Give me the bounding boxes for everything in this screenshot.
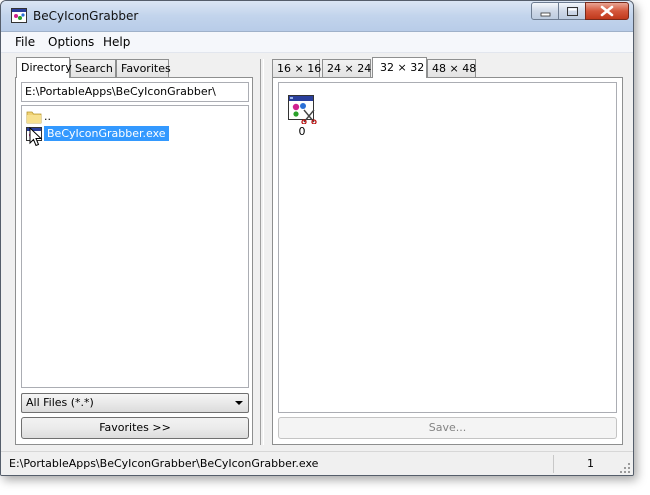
file-name: .. [44,110,51,123]
status-icon-count: 1 [587,457,594,470]
maximize-icon [567,7,578,16]
close-icon [600,5,614,17]
favorites-button[interactable]: Favorites >> [21,417,249,439]
icon-tile[interactable]: 0 [286,92,318,138]
minimize-icon [540,12,551,17]
window-title: BeCyIconGrabber [33,9,139,23]
icon-view[interactable]: 0 [278,82,617,413]
tab-32x32[interactable]: 32 × 32 [372,57,427,78]
directory-panel: E:\PortableApps\BeCyIconGrabber\ .. BeCy… [15,77,253,445]
file-name: BeCyIconGrabber.exe [44,126,169,141]
extracted-app-icon [288,95,317,125]
save-button[interactable]: Save... [278,417,617,439]
menu-options[interactable]: Options [46,34,96,50]
directory-path-input[interactable]: E:\PortableApps\BeCyIconGrabber\ [21,82,249,102]
file-list[interactable]: .. BeCyIconGrabber.exe [21,105,249,388]
status-path: E:\PortableApps\BeCyIconGrabber\BeCyIcon… [9,457,319,470]
file-filter-select[interactable]: All Files (*.*) [21,393,249,413]
title-bar[interactable]: BeCyIconGrabber [1,1,633,32]
status-bar: E:\PortableApps\BeCyIconGrabber\BeCyIcon… [1,451,633,475]
panel-splitter[interactable] [260,59,264,445]
menu-help[interactable]: Help [101,34,132,50]
chevron-down-icon [235,401,243,405]
tab-favorites[interactable]: Favorites [116,59,171,77]
tab-24x24[interactable]: 24 × 24 [322,59,371,77]
minimize-button[interactable] [531,2,559,20]
menu-bar: File Options Help [1,32,633,53]
icon-panel: 0 Save... [272,77,623,445]
folder-icon [26,111,42,124]
tab-16x16[interactable]: 16 × 16 [272,59,321,77]
tab-48x48[interactable]: 48 × 48 [427,59,476,77]
app-window: BeCyIconGrabber File Options Help Direct… [0,0,634,476]
maximize-button[interactable] [558,2,586,20]
icon-index-label: 0 [298,125,306,138]
status-divider [553,455,554,473]
tab-search[interactable]: Search [70,59,116,77]
app-icon [11,8,27,23]
resize-grip-icon[interactable] [620,463,631,474]
tab-directory[interactable]: Directory [16,57,72,78]
close-button[interactable] [585,2,629,20]
menu-file[interactable]: File [13,34,37,50]
mouse-cursor-icon [29,127,43,147]
file-filter-value: All Files (*.*) [26,396,94,409]
